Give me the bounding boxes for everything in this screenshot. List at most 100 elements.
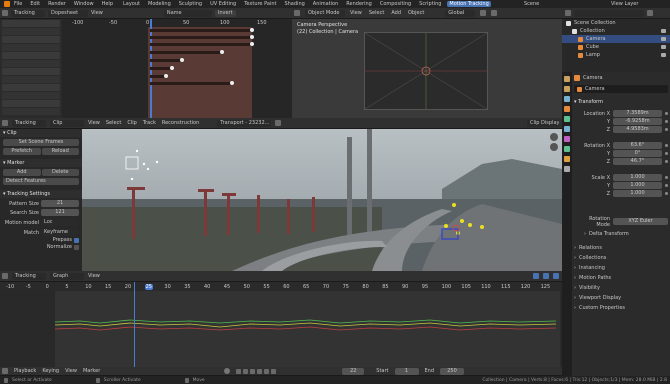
graph-view-menu[interactable]: View: [88, 273, 100, 279]
workspace-tab-layout[interactable]: Layout: [121, 1, 142, 7]
graph-area[interactable]: [0, 282, 562, 367]
jump-end-icon[interactable]: [271, 368, 277, 374]
properties-tab-icon[interactable]: [564, 96, 570, 102]
outliner-item-camera[interactable]: Camera: [562, 35, 670, 43]
detect-features-button[interactable]: Detect Features: [3, 178, 79, 185]
properties-tab-icon[interactable]: [564, 76, 570, 82]
track-keyframe-bar[interactable]: [150, 29, 252, 32]
prev-key-icon[interactable]: [243, 368, 249, 374]
proportional-edit-icon[interactable]: [491, 10, 498, 16]
clip-panel-title[interactable]: ▾ Clip: [0, 129, 82, 137]
viewport-area[interactable]: Camera Perspective (22) Collection | Cam…: [292, 19, 562, 118]
current-frame-field[interactable]: 22: [342, 367, 365, 375]
track-keyframe-bar[interactable]: [150, 36, 252, 39]
viewport-menu-object[interactable]: Object: [408, 10, 424, 16]
clip-mode-dropdown[interactable]: Clip: [50, 119, 84, 127]
properties-tab-icon[interactable]: [564, 116, 570, 122]
visibility-icon[interactable]: [661, 53, 666, 57]
sort-dropdown[interactable]: Name: [163, 9, 212, 17]
orientation-dropdown[interactable]: Global: [445, 9, 476, 17]
playback-menu[interactable]: Playback: [14, 368, 36, 374]
workspace-tab-sculpting[interactable]: Sculpting: [177, 1, 204, 7]
keyframe-dot-icon[interactable]: [665, 144, 668, 147]
graph-ruler[interactable]: -10 -5 0 5 10 15 20 25 30 35 40 45 50 55 60 65 70 75 80 85 9…: [0, 282, 562, 291]
clip-editor-icon[interactable]: [2, 120, 8, 126]
tracking-settings-title[interactable]: ▾ Tracking Settings: [0, 190, 82, 198]
section-relations[interactable]: › Relations: [574, 244, 668, 252]
play-reverse-icon[interactable]: [250, 368, 256, 374]
dopesheet-channel-row[interactable]: [2, 44, 60, 51]
marker-panel-title[interactable]: ▾ Marker: [0, 159, 82, 167]
keyframe-dot-icon[interactable]: [665, 176, 668, 179]
section-custom-properties[interactable]: › Custom Properties: [574, 304, 668, 312]
outliner-scene-collection[interactable]: Scene Collection: [562, 19, 670, 27]
properties-tab-icon[interactable]: [564, 166, 570, 172]
graph-toggle-icon[interactable]: [533, 273, 539, 279]
keyframe-dot-icon[interactable]: [665, 192, 668, 195]
delete-marker-button[interactable]: Delete: [41, 169, 79, 176]
keyframe-dot-icon[interactable]: [665, 160, 668, 163]
track-keyframe-bar[interactable]: [150, 59, 182, 62]
next-key-icon[interactable]: [264, 368, 270, 374]
dopesheet-channel-row[interactable]: [2, 108, 60, 115]
workspace-tab-motion-tracking[interactable]: Motion Tracking: [447, 1, 491, 7]
clip-view[interactable]: [82, 129, 562, 271]
dopesheet-editor-dropdown[interactable]: Tracking: [11, 9, 45, 17]
keyframe-dot-icon[interactable]: [665, 112, 668, 115]
jump-start-icon[interactable]: [236, 368, 242, 374]
keyframe-dot-icon[interactable]: [665, 152, 668, 155]
editor-type-icon[interactable]: [2, 10, 8, 16]
track-keyframe-bar[interactable]: [150, 67, 172, 70]
scale-field[interactable]: 1.000: [613, 190, 662, 197]
clip-editor-dropdown[interactable]: Tracking: [12, 119, 46, 127]
dopesheet-channel-row[interactable]: [2, 92, 60, 99]
section-instancing[interactable]: › Instancing: [574, 264, 668, 272]
dopesheet-channel-row[interactable]: [2, 36, 60, 43]
dopesheet-channel-row[interactable]: [2, 20, 60, 27]
marker-menu[interactable]: Marker: [83, 368, 100, 374]
filter-icon[interactable]: [647, 10, 653, 16]
workspace-tab-rendering[interactable]: Rendering: [344, 1, 374, 7]
keying-menu[interactable]: Keying: [42, 368, 59, 374]
properties-tab-icon[interactable]: [564, 106, 570, 112]
keyframe-dot[interactable]: [230, 81, 234, 85]
blender-logo-icon[interactable]: [4, 1, 10, 7]
invert-button[interactable]: Invert: [214, 9, 236, 17]
record-icon[interactable]: [224, 368, 231, 374]
clip-display-dropdown[interactable]: Clip Display: [527, 119, 559, 127]
keyframe-dot[interactable]: [164, 74, 168, 78]
clip-menu-clip[interactable]: Clip: [127, 120, 136, 126]
keyframe-dot[interactable]: [180, 58, 184, 62]
zoom-icon[interactable]: [550, 133, 558, 141]
properties-tab-icon[interactable]: [564, 126, 570, 132]
section-collections[interactable]: › Collections: [574, 254, 668, 262]
viewport-editor-icon[interactable]: [294, 10, 300, 16]
track-keyframe-bar[interactable]: [150, 43, 252, 46]
object-mode-dropdown[interactable]: Object Mode: [305, 9, 345, 17]
dopesheet-channel-row[interactable]: [2, 100, 60, 107]
pan-icon[interactable]: [550, 143, 558, 151]
keyframe-dot[interactable]: [220, 50, 224, 54]
section-motion-paths[interactable]: › Motion Paths: [574, 274, 668, 282]
outliner-editor-icon[interactable]: [565, 10, 571, 16]
section-delta-transform[interactable]: › Delta Transform: [574, 230, 668, 238]
play-icon[interactable]: [257, 368, 263, 374]
clip-menu-select[interactable]: Select: [106, 120, 121, 126]
properties-tab-icon[interactable]: [564, 146, 570, 152]
top-menu-edit[interactable]: Edit: [30, 1, 40, 7]
workspace-tab-uv-editing[interactable]: UV Editing: [208, 1, 238, 7]
search-size-field[interactable]: 121: [41, 209, 79, 216]
properties-tab-icon[interactable]: [564, 156, 570, 162]
top-menu-file[interactable]: File: [14, 1, 22, 7]
viewport-menu-select[interactable]: Select: [369, 10, 384, 16]
scene-label[interactable]: Scene: [524, 1, 539, 7]
timeline-view-menu[interactable]: View: [65, 368, 77, 374]
workspace-tab-shading[interactable]: Shading: [282, 1, 306, 7]
dopesheet-channel-row[interactable]: [2, 76, 60, 83]
rotation-field[interactable]: 0°: [613, 150, 662, 157]
dopesheet-channel-row[interactable]: [2, 60, 60, 67]
dopesheet-channel-row[interactable]: [2, 68, 60, 75]
keyframe-dot[interactable]: [250, 28, 254, 32]
workspace-tab-texture-paint[interactable]: Texture Paint: [242, 1, 278, 7]
clip-file-dropdown[interactable]: Transport - 23232...: [217, 119, 272, 127]
